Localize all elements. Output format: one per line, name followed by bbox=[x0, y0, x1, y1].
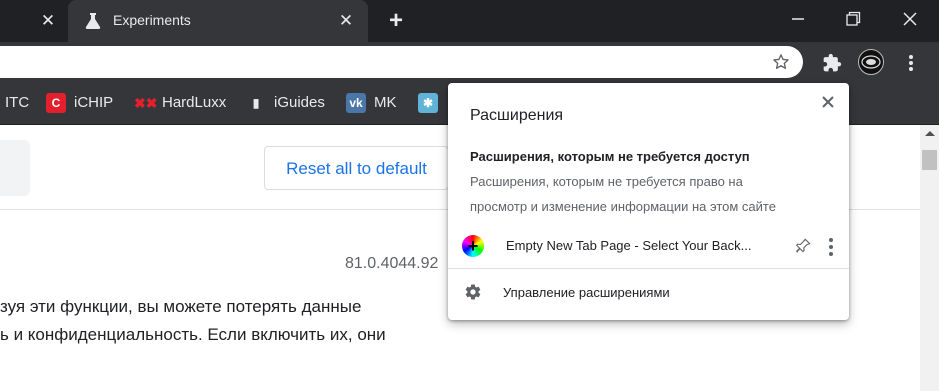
bookmark-star-icon[interactable] bbox=[772, 53, 790, 71]
bookmark-ichip[interactable]: CiCHIP bbox=[46, 92, 113, 114]
manage-extensions-label: Управление расширениями bbox=[503, 285, 670, 300]
vk-icon: vk bbox=[346, 93, 366, 114]
tab-close-icon[interactable]: ✕ bbox=[336, 11, 356, 31]
bookmark-mk[interactable]: vk MK bbox=[346, 92, 397, 114]
scroll-up-arrow-icon[interactable] bbox=[925, 131, 935, 136]
bookmark-label: HardLuxx bbox=[162, 94, 227, 111]
bookmark-label: ITC bbox=[5, 94, 30, 111]
bookmark-snowflake[interactable]: ✱ bbox=[418, 92, 446, 114]
bookmark-label: iCHIP bbox=[74, 94, 114, 111]
minimize-button[interactable] bbox=[783, 6, 813, 32]
reset-all-button[interactable]: Reset all to default bbox=[264, 146, 449, 190]
extensions-popup: Расширения Расширения, которым не требуе… bbox=[448, 83, 849, 320]
bookmark-label: MK bbox=[374, 94, 397, 111]
section-title: Расширения, которым не требуется доступ bbox=[470, 149, 750, 164]
iguides-icon: ▮ bbox=[252, 96, 260, 111]
tab-strip: ✕ Experiments ✕ + bbox=[0, 0, 939, 42]
manage-extensions-button[interactable]: Управление расширениями bbox=[448, 280, 849, 308]
warning-text: ь и конфиденциальность. Если включить их… bbox=[0, 325, 386, 344]
profile-icon bbox=[861, 55, 881, 69]
tab-close-icon[interactable]: ✕ bbox=[38, 11, 58, 31]
color-wheel-icon: + bbox=[462, 235, 484, 257]
snowflake-icon: ✱ bbox=[418, 93, 438, 114]
ichip-icon: C bbox=[46, 93, 66, 114]
extensions-puzzle-icon[interactable] bbox=[822, 53, 842, 73]
close-icon[interactable] bbox=[819, 93, 837, 111]
scrollbar[interactable] bbox=[920, 125, 939, 391]
bookmark-hardluxx[interactable]: ✖✖ HardLuxx bbox=[134, 92, 226, 114]
restore-button[interactable] bbox=[838, 6, 868, 32]
bookmark-label: iGuides bbox=[274, 94, 325, 111]
pin-icon[interactable] bbox=[794, 237, 812, 255]
more-vert-icon[interactable] bbox=[828, 237, 834, 257]
gear-icon bbox=[465, 284, 481, 300]
hardluxx-icon: ✖✖ bbox=[134, 95, 158, 112]
avatar[interactable] bbox=[858, 49, 884, 75]
tab-title: Experiments bbox=[113, 12, 191, 28]
warning-text: зуя эти функции, вы можете потерять данн… bbox=[0, 297, 362, 316]
scroll-thumb[interactable] bbox=[922, 150, 937, 170]
close-window-button[interactable] bbox=[895, 6, 925, 32]
search-input[interactable] bbox=[0, 140, 30, 196]
more-menu-icon[interactable] bbox=[906, 53, 916, 73]
popup-title: Расширения bbox=[470, 107, 564, 124]
extension-row[interactable]: + Empty New Tab Page - Select Your Back.… bbox=[448, 229, 849, 265]
version-label: 81.0.4044.92 bbox=[345, 255, 439, 272]
tab-experiments[interactable]: Experiments ✕ bbox=[68, 0, 368, 42]
section-description: Расширения, которым не требуется право н… bbox=[470, 174, 743, 189]
toolbar bbox=[0, 42, 939, 82]
bookmark-iguides[interactable]: ▮ iGuides bbox=[246, 92, 325, 114]
section-description: просмотр и изменение информации на этом … bbox=[470, 199, 776, 214]
flask-icon bbox=[85, 13, 101, 29]
new-tab-button[interactable]: + bbox=[384, 9, 408, 33]
extension-name: Empty New Tab Page - Select Your Back... bbox=[506, 238, 752, 253]
divider bbox=[448, 268, 849, 269]
address-bar[interactable] bbox=[0, 46, 803, 78]
bookmark-itc[interactable]: ITC bbox=[5, 92, 29, 114]
